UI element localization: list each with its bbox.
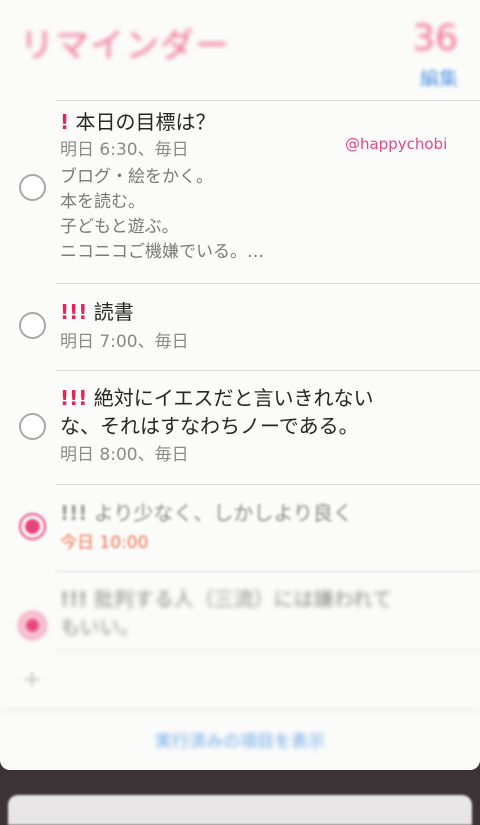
divider <box>56 283 480 284</box>
reminder-notes: ブログ・絵をかく。 本を読む。 子どもと遊ぶ。 ニコニコご機嫌でいる。… <box>60 167 264 262</box>
reminder-title: !!! より少なく、しかしより良く <box>60 500 470 526</box>
divider <box>56 650 480 651</box>
priority-marker: !!! <box>60 300 88 324</box>
divider <box>56 370 480 371</box>
list-item[interactable]: ! 本日の目標は？ 明日 6:30、毎日 ブログ・絵をかく。 本を読む。 子ども… <box>60 109 470 265</box>
edit-button[interactable]: 編集 <box>420 64 458 91</box>
show-completed-button[interactable]: 実行済みの項目を表示 <box>0 727 480 752</box>
reminder-title-text: な、それはすなわちノーである。 <box>60 414 359 438</box>
complete-checkbox[interactable] <box>19 174 46 201</box>
reminder-title: ! 本日の目標は？ <box>60 109 470 135</box>
priority-marker: !!! <box>60 386 88 410</box>
divider <box>56 571 480 572</box>
reminder-title-text: もいい。 <box>60 615 140 639</box>
priority-marker: !!! <box>60 587 88 611</box>
reminder-title: !!! 絶対にイエスだと言いきれない <box>60 385 470 411</box>
due-date: 明日 6:30、毎日 <box>60 140 189 160</box>
list-item[interactable]: !!! 読書 明日 7:00、毎日 <box>60 299 470 355</box>
reminder-title: !!! 読書 <box>60 299 470 325</box>
reminder-title: !!! 批判する人（三流）には嫌われて <box>60 586 470 612</box>
complete-checkbox[interactable] <box>19 413 46 440</box>
list-item[interactable]: !!! より少なく、しかしより良く 今日 10:00 <box>60 500 470 556</box>
divider <box>56 100 480 101</box>
reminder-title-text: 本日の目標は？ <box>75 110 216 134</box>
complete-checkbox[interactable] <box>19 513 46 540</box>
list-item[interactable]: !!! 批判する人（三流）には嫌われて もいい。 <box>60 586 470 640</box>
priority-marker: ! <box>60 110 70 134</box>
complete-checkbox[interactable] <box>19 612 46 639</box>
complete-checkbox[interactable] <box>19 312 46 339</box>
reminder-title-text: 批判する人（三流）には嫌われて <box>93 587 393 611</box>
reminders-panel: リマインダー 36 編集 @happychobi ! 本日の目標は？ 明日 6:… <box>0 0 480 770</box>
list-item[interactable]: !!! 絶対にイエスだと言いきれない な、それはすなわちノーである。 明日 8:… <box>60 385 470 468</box>
due-date: 明日 7:00、毎日 <box>60 332 189 352</box>
item-count: 36 <box>412 18 458 59</box>
list-title: リマインダー <box>20 26 230 66</box>
due-date: 明日 8:00、毎日 <box>60 445 189 465</box>
priority-marker: !!! <box>60 501 88 525</box>
plus-icon[interactable]: + <box>22 665 42 693</box>
reminder-title-text: より少なく、しかしより良く <box>93 501 353 525</box>
divider <box>0 710 480 711</box>
reminder-title-text: 絶対にイエスだと言いきれない <box>93 386 374 410</box>
due-date: 今日 10:00 <box>60 533 149 553</box>
reminder-title-text: 読書 <box>93 300 134 324</box>
divider <box>56 484 480 485</box>
next-card-edge <box>8 795 472 825</box>
